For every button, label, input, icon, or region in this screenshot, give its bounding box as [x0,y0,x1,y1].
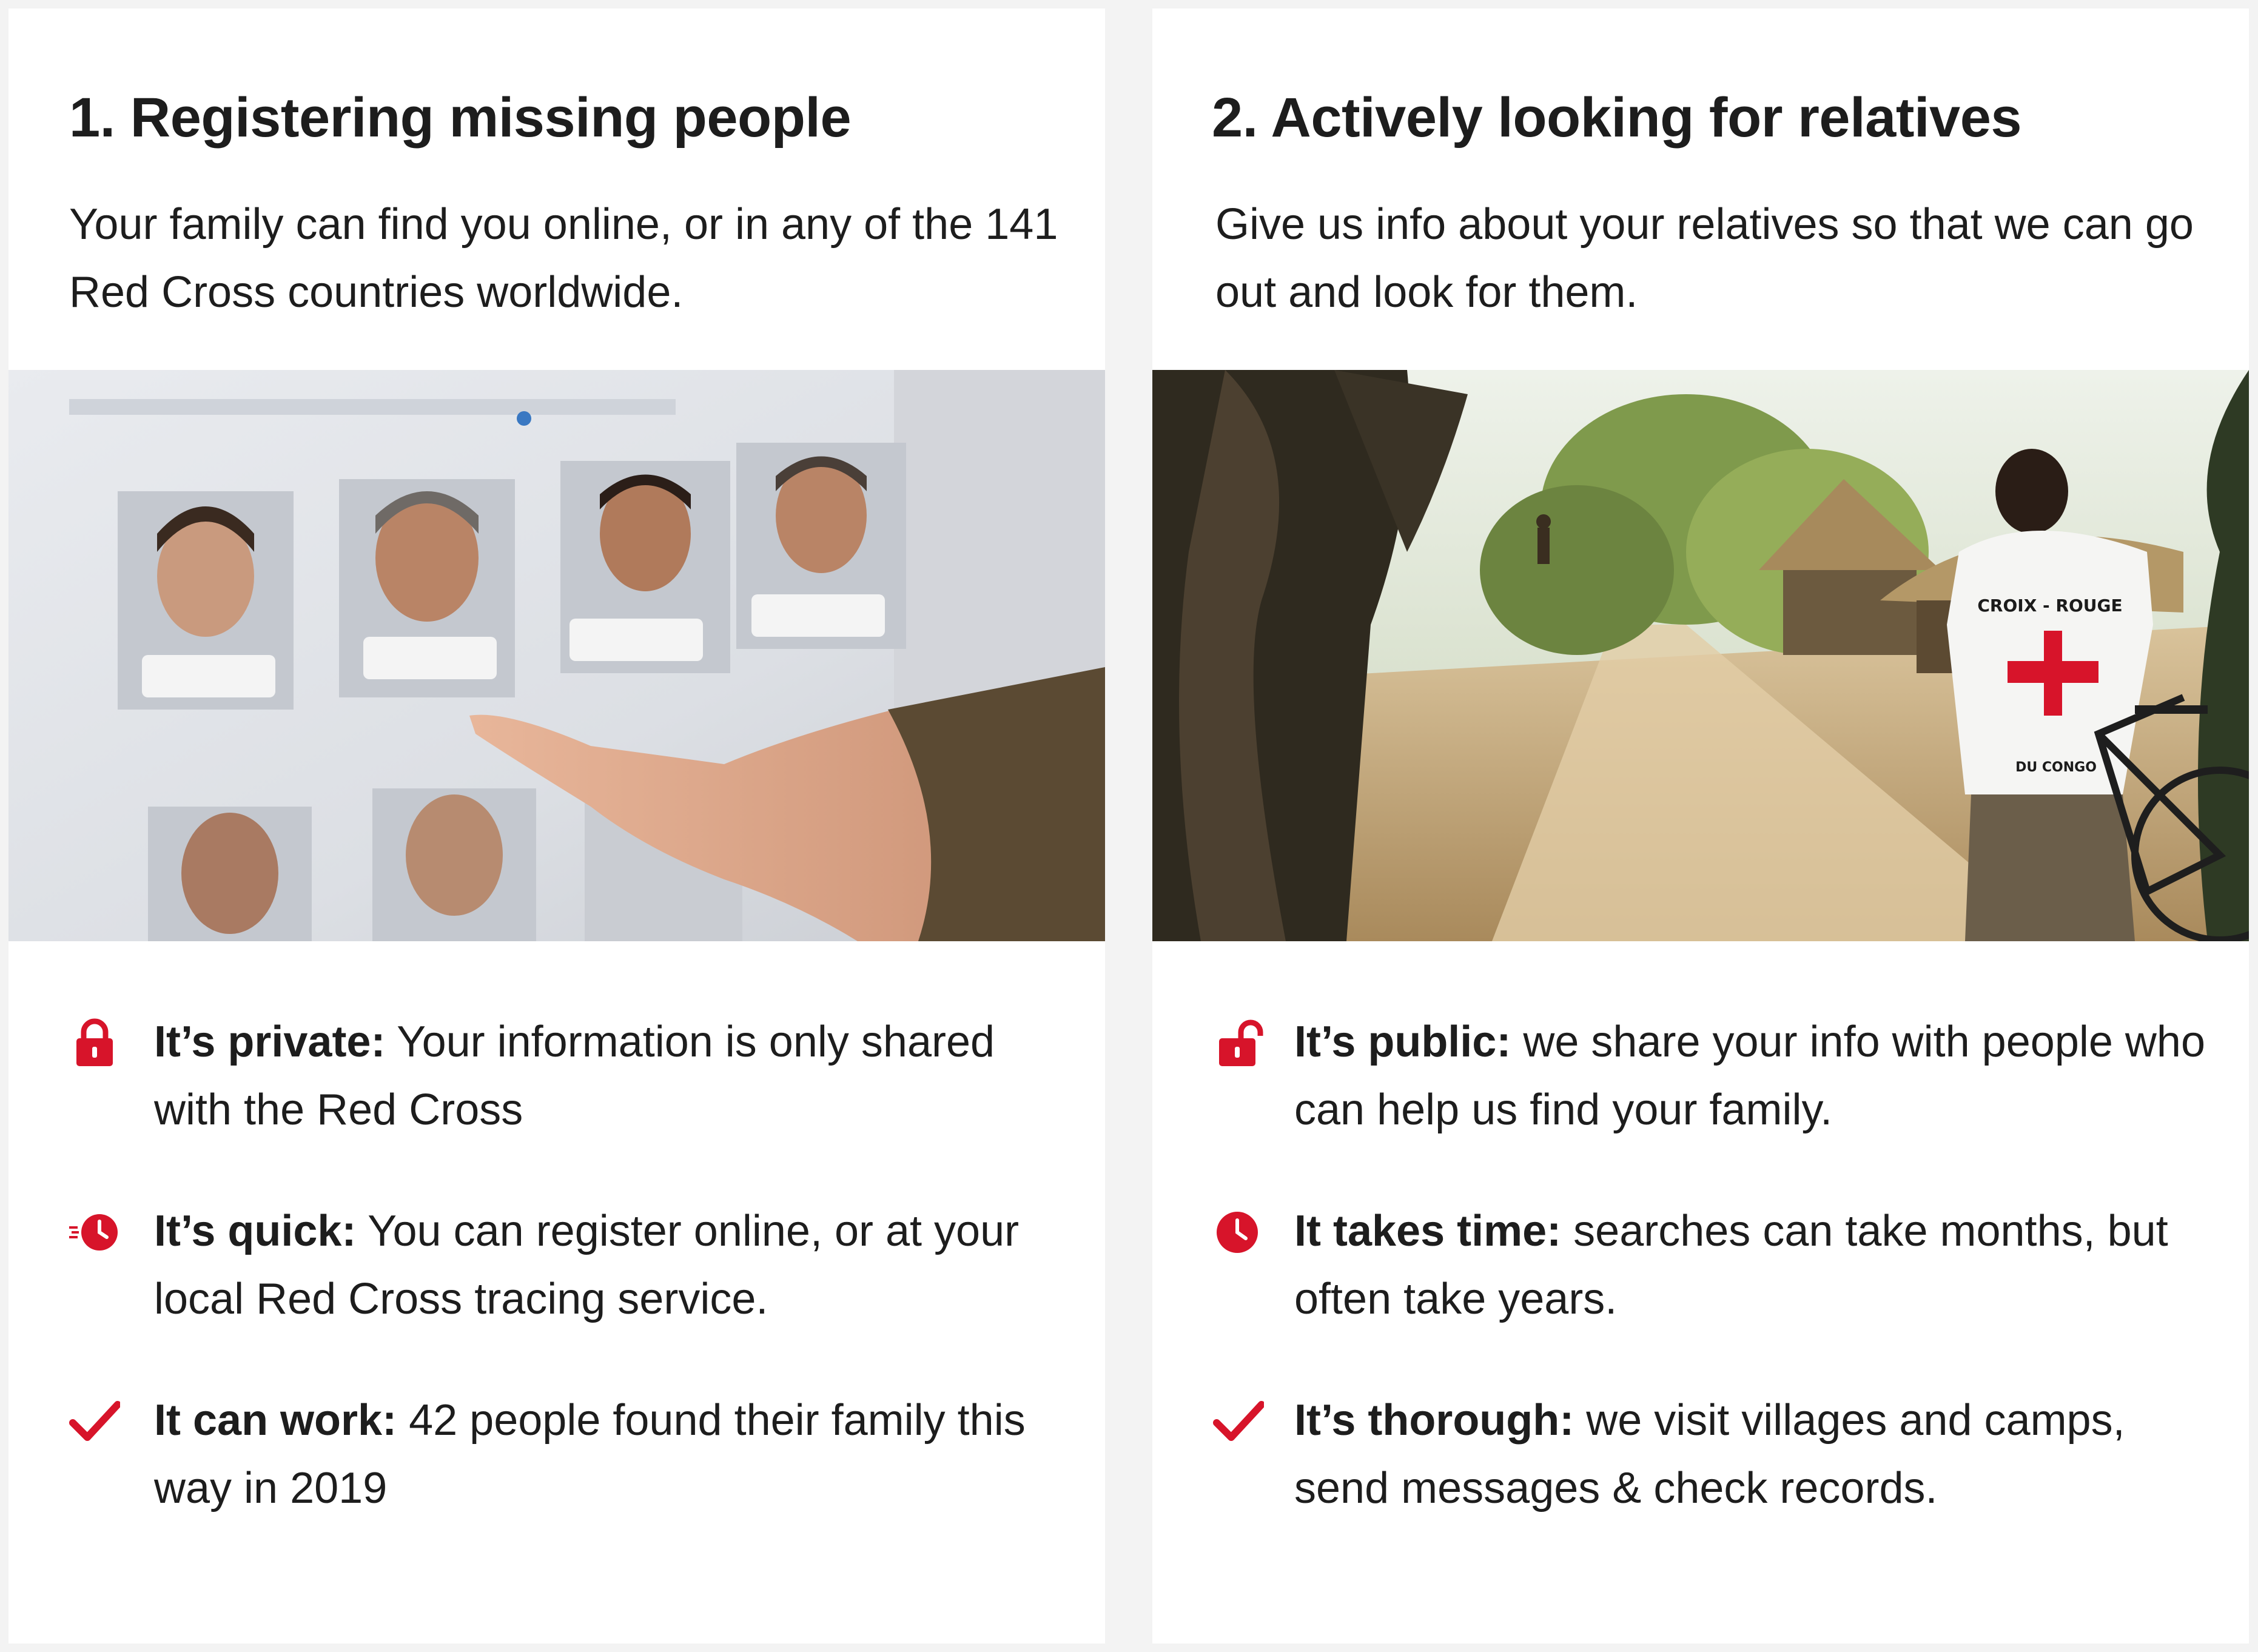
photo-online-registry [8,370,1105,941]
panel-actively-looking: 2. Actively looking for relatives Give u… [1152,8,2249,1644]
checkmark-icon [69,1395,120,1446]
lock-icon [69,1016,120,1067]
feature-label: It’s quick: [154,1207,357,1255]
photo-volunteer-village-image: CROIX - ROUGE DU CONGO [1152,370,2249,941]
feature-text: It can work: 42 people found their famil… [154,1386,1076,1522]
panel-registering: 1. Registering missing people Your famil… [8,8,1105,1644]
unlocked-lock-icon [1213,1016,1264,1067]
fast-clock-icon [69,1206,120,1257]
feature-text: It’s public: we share your info with peo… [1294,1008,2216,1144]
feature-text: It takes time: searches can take months,… [1294,1197,2216,1333]
panel-title: 2. Actively looking for relatives [1212,87,2022,149]
checkmark-icon [1213,1395,1264,1446]
feature-label: It’s private: [154,1018,386,1066]
vest-text-top: CROIX - ROUGE [1977,596,2122,616]
panel-title: 1. Registering missing people [69,87,852,149]
clock-icon [1213,1206,1264,1257]
vest-text-bottom: DU CONGO [2015,760,2097,775]
feature-text: It’s thorough: we visit villages and cam… [1294,1386,2216,1522]
panel-intro: Your family can find you online, or in a… [69,200,1058,317]
feature-text: It’s quick: You can register online, or … [154,1197,1076,1333]
feature-label: It can work: [154,1396,397,1445]
feature-label: It’s public: [1294,1018,1511,1066]
feature-label: It takes time: [1294,1207,1562,1255]
feature-text: It’s private: Your information is only s… [154,1008,1076,1144]
panel-intro: Give us info about your relatives so tha… [1215,200,2194,317]
feature-label: It’s thorough: [1294,1396,1574,1445]
photo-village-search: CROIX - ROUGE DU CONGO [1152,370,2249,941]
photo-finger-pointing-image [8,370,1105,941]
